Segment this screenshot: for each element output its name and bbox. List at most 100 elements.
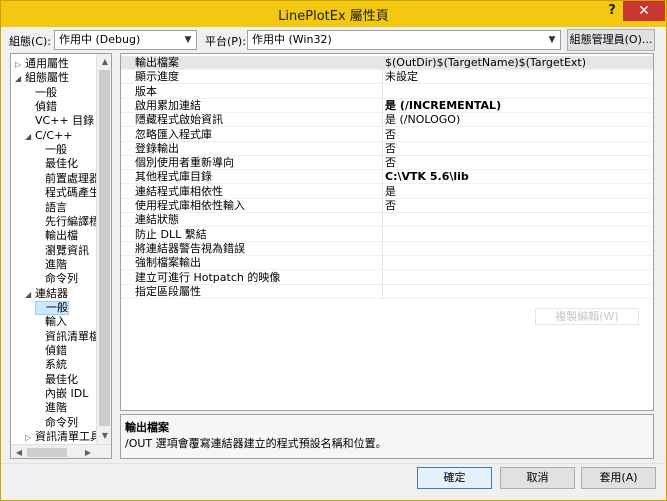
tree-item[interactable]: 命令列 xyxy=(35,272,78,286)
property-value[interactable] xyxy=(382,284,652,299)
property-grid[interactable]: 輸出檔案 $(OutDir)$(TargetName)$(TargetExt) 顯示… xyxy=(120,53,654,411)
tree-vertical-scrollbar[interactable]: ▲ ▼ xyxy=(96,54,111,444)
property-value[interactable]: 是 xyxy=(382,184,652,199)
tree-item[interactable]: ▷ 資訊清單工具 xyxy=(25,430,101,444)
property-value[interactable] xyxy=(382,270,652,285)
property-value[interactable]: 否 xyxy=(382,199,652,213)
expand-icon[interactable]: ▷ xyxy=(15,58,25,72)
tree-item[interactable]: 進階 xyxy=(35,401,67,415)
tree-item-label: 輸出檔 xyxy=(45,229,78,243)
tree-item[interactable]: 系統 xyxy=(35,358,67,372)
help-button[interactable]: ? xyxy=(601,1,623,21)
chevron-down-icon: ▼ xyxy=(184,35,192,45)
tree-item-label: 命令列 xyxy=(45,415,78,429)
scroll-down-icon[interactable]: ▼ xyxy=(97,428,111,444)
platform-label: 平台(P): xyxy=(205,35,246,48)
tree-item[interactable]: 最佳化 xyxy=(35,157,78,171)
tree-item[interactable]: ◢ 連結器 xyxy=(25,287,68,301)
config-combo[interactable]: 作用中 (Debug) ▼ xyxy=(54,30,197,50)
scroll-thumb[interactable] xyxy=(27,448,67,457)
collapse-icon[interactable]: ◢ xyxy=(15,72,25,86)
property-value[interactable]: 是 (/NOLOGO) xyxy=(382,113,652,128)
tree-item[interactable]: 資訊清單檔 xyxy=(35,330,100,344)
platform-combo[interactable]: 作用中 (Win32) ▼ xyxy=(247,30,561,50)
property-value[interactable]: 否 xyxy=(382,156,652,171)
property-value[interactable] xyxy=(382,256,652,271)
grid-row[interactable]: 忽略匯入程式庫 否 xyxy=(121,127,653,142)
grid-row[interactable]: 防止 DLL 繫結 xyxy=(121,227,653,242)
property-value[interactable] xyxy=(382,84,652,99)
grid-row[interactable]: 顯示進度 未設定 xyxy=(121,70,653,85)
property-value[interactable] xyxy=(382,241,652,256)
close-button[interactable]: ✕ xyxy=(623,1,665,21)
property-value[interactable]: 否 xyxy=(382,141,652,156)
tree-item[interactable]: 命令列 xyxy=(35,416,78,430)
collapse-icon[interactable]: ◢ xyxy=(25,288,35,302)
grid-row[interactable]: 建立可進行 Hotpatch 的映像 xyxy=(121,270,653,285)
tree-item[interactable]: ◢ C/C++ xyxy=(25,129,73,143)
grid-row[interactable]: 啟用累加連結 是 (/INCREMENTAL) xyxy=(121,98,653,113)
property-name: 建立可進行 Hotpatch 的映像 xyxy=(135,270,281,284)
grid-row[interactable]: 指定區段屬性 xyxy=(121,284,653,299)
tree-item[interactable]: ▷ 通用屬性 xyxy=(15,57,69,71)
title-bar: LinePlotEx 屬性頁 ? ✕ xyxy=(1,1,666,27)
tree-item-label: 輸入 xyxy=(45,315,67,329)
property-value[interactable]: $(OutDir)$(TargetName)$(TargetExt) xyxy=(382,56,652,70)
property-tree[interactable]: ▷ 通用屬性 ◢ 組態屬性 一般 偵錯 VC++ 目錄 ◢ C/C++ 一般 最佳化 前置處理器 程式碼… xyxy=(10,53,112,459)
tree-item[interactable]: ◢ 組態屬性 xyxy=(15,71,69,85)
chevron-down-icon: ▼ xyxy=(548,35,556,45)
grid-row[interactable]: 其他程式庫目錄 C:\VTK 5.6\lib xyxy=(121,170,653,185)
tree-item[interactable]: 輸出檔 xyxy=(35,229,78,243)
expand-icon[interactable]: ▷ xyxy=(25,431,35,445)
description-title: 輸出檔案 xyxy=(125,421,169,434)
ok-button[interactable]: 確定 xyxy=(417,467,492,489)
config-manager-button[interactable]: 組態管理員(O)... xyxy=(567,29,655,51)
tree-item[interactable]: 語言 xyxy=(35,201,67,215)
tree-item[interactable]: 最佳化 xyxy=(35,373,78,387)
property-name: 防止 DLL 繫結 xyxy=(135,227,207,241)
scroll-thumb[interactable] xyxy=(99,70,110,426)
property-value[interactable]: 否 xyxy=(382,127,652,142)
grid-row[interactable]: 使用程式庫相依性輸入 否 xyxy=(121,199,653,213)
grid-row[interactable]: 連結狀態 xyxy=(121,213,653,228)
grid-row[interactable]: 連結程式庫相依性 是 xyxy=(121,184,653,199)
grid-row[interactable]: 登錄輸出 否 xyxy=(121,141,653,156)
grid-row[interactable]: 強制檔案輸出 xyxy=(121,256,653,271)
scroll-left-icon[interactable]: ◀ xyxy=(11,445,27,458)
tree-item-label: VC++ 目錄 xyxy=(35,114,95,128)
grid-row[interactable]: 將連結器警告視為錯誤 xyxy=(121,241,653,256)
property-value[interactable]: C:\VTK 5.6\lib xyxy=(382,170,652,185)
property-name: 個別使用者重新導向 xyxy=(135,156,234,170)
apply-button[interactable]: 套用(A) xyxy=(581,467,656,489)
tree-horizontal-scrollbar[interactable]: ◀ ▶ xyxy=(11,444,111,458)
tree-item[interactable]: 程式碼產生 xyxy=(35,186,100,200)
tree-item[interactable]: 偵錯 xyxy=(35,344,67,358)
property-value[interactable]: 是 (/INCREMENTAL) xyxy=(382,98,652,113)
tree-item[interactable]: 輸入 xyxy=(35,315,67,329)
cancel-button[interactable]: 取消 xyxy=(500,467,575,489)
property-value[interactable] xyxy=(382,213,652,228)
grid-row[interactable]: 隱藏程式啟始資訊 是 (/NOLOGO) xyxy=(121,113,653,128)
tree-item[interactable]: 內嵌 IDL xyxy=(35,387,88,401)
scroll-right-icon[interactable]: ▶ xyxy=(80,445,96,458)
tree-item[interactable]: 進階 xyxy=(35,258,67,272)
grid-row[interactable]: 個別使用者重新導向 否 xyxy=(121,156,653,171)
tree-item-label: 程式碼產生 xyxy=(45,186,100,200)
config-combo-value: 作用中 (Debug) xyxy=(59,33,141,46)
tree-item[interactable]: VC++ 目錄 xyxy=(25,114,94,128)
grid-row[interactable]: 輸出檔案 $(OutDir)$(TargetName)$(TargetExt) xyxy=(121,56,653,70)
tree-item[interactable]: 一般 xyxy=(35,143,67,157)
collapse-icon[interactable]: ◢ xyxy=(25,130,35,144)
tree-item-label: 命令列 xyxy=(45,272,78,286)
property-value[interactable]: 未設定 xyxy=(382,70,652,85)
property-name: 指定區段屬性 xyxy=(135,284,201,298)
tree-item[interactable]: 偵錯 xyxy=(25,100,57,114)
tree-item[interactable]: 一般 xyxy=(25,86,57,100)
grid-row[interactable]: 版本 xyxy=(121,84,653,99)
tree-item[interactable]: 瀏覽資訊 xyxy=(35,244,89,258)
tree-item[interactable]: 一般 xyxy=(35,300,69,315)
tree-item[interactable]: 前置處理器 xyxy=(35,172,100,186)
tree-item-label: C/C++ xyxy=(35,128,73,142)
scroll-up-icon[interactable]: ▲ xyxy=(97,54,111,70)
property-value[interactable] xyxy=(382,227,652,242)
